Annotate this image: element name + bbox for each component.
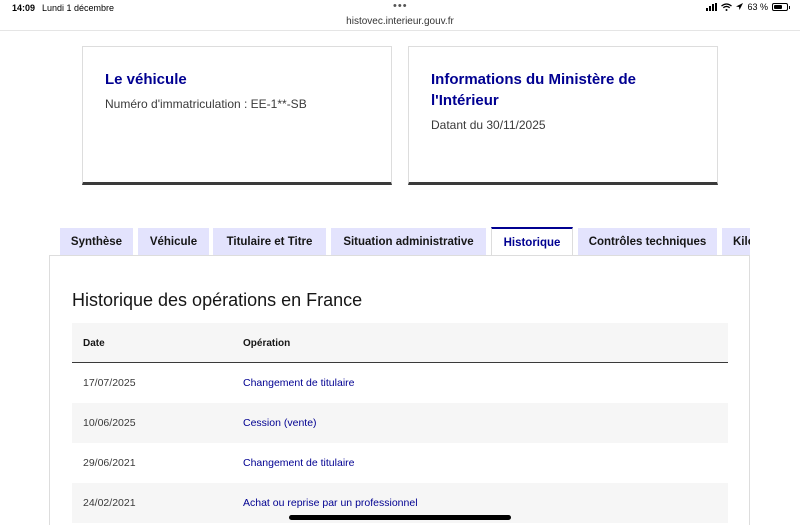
tab-titulaire[interactable]: Titulaire et Titre	[213, 228, 326, 255]
table-row: 29/06/2021 Changement de titulaire	[72, 443, 728, 483]
divider	[0, 30, 800, 31]
status-bar: 14:09 Lundi 1 décembre ••• 63 %	[0, 0, 800, 16]
row-date: 24/02/2021	[83, 497, 136, 509]
status-time: 14:09	[12, 3, 36, 13]
table-header: Date Opération	[72, 323, 728, 363]
tab-kilometrage[interactable]: Kilométrage	[722, 228, 750, 255]
status-right: 63 %	[706, 2, 790, 12]
home-indicator[interactable]	[289, 515, 511, 520]
battery-percent: 63 %	[747, 2, 768, 12]
column-header-date: Date	[83, 338, 105, 349]
history-title: Historique des opérations en France	[72, 290, 363, 310]
table-row: 10/06/2025 Cession (vente)	[72, 403, 728, 443]
column-header-operation: Opération	[243, 338, 291, 349]
row-date: 29/06/2021	[83, 457, 136, 469]
signal-icon	[706, 3, 718, 11]
row-date: 10/06/2025	[83, 417, 136, 429]
plate-number: Numéro d'immatriculation : EE-1**-SB	[105, 97, 307, 111]
address-bar[interactable]: histovec.interieur.gouv.fr	[0, 16, 800, 27]
location-icon	[736, 3, 744, 10]
ministry-card: Informations du Ministère de l'Intérieur…	[408, 46, 718, 185]
status-date: Lundi 1 décembre	[42, 3, 115, 13]
row-date: 17/07/2025	[83, 377, 136, 389]
row-operation: Achat ou reprise par un professionnel	[243, 497, 418, 509]
battery-icon	[772, 3, 790, 11]
row-operation: Cession (vente)	[243, 417, 317, 429]
vehicle-card-title: Le véhicule	[105, 71, 187, 88]
wifi-icon	[721, 3, 733, 11]
row-operation: Changement de titulaire	[243, 377, 355, 389]
history-table: Date Opération 17/07/2025 Changement de …	[72, 323, 728, 523]
row-operation: Changement de titulaire	[243, 457, 355, 469]
vehicle-card: Le véhicule Numéro d'immatriculation : E…	[82, 46, 392, 185]
tab-situation[interactable]: Situation administrative	[331, 228, 486, 255]
ministry-date: Datant du 30/11/2025	[431, 118, 546, 132]
tab-vehicule[interactable]: Véhicule	[138, 228, 209, 255]
tab-synthese[interactable]: Synthèse	[60, 228, 133, 255]
tab-historique[interactable]: Historique	[491, 227, 573, 255]
ministry-title-line2: l'Intérieur	[431, 92, 499, 109]
multitask-dots-icon[interactable]: •••	[393, 0, 408, 12]
tab-bar: Synthèse Véhicule Titulaire et Titre Sit…	[60, 227, 750, 255]
ministry-card-title: Informations du Ministère de l'Intérieur	[431, 69, 695, 111]
table-row: 17/07/2025 Changement de titulaire	[72, 363, 728, 403]
ministry-title-line1: Informations du Ministère de	[431, 71, 637, 88]
tab-controles[interactable]: Contrôles techniques	[578, 228, 717, 255]
